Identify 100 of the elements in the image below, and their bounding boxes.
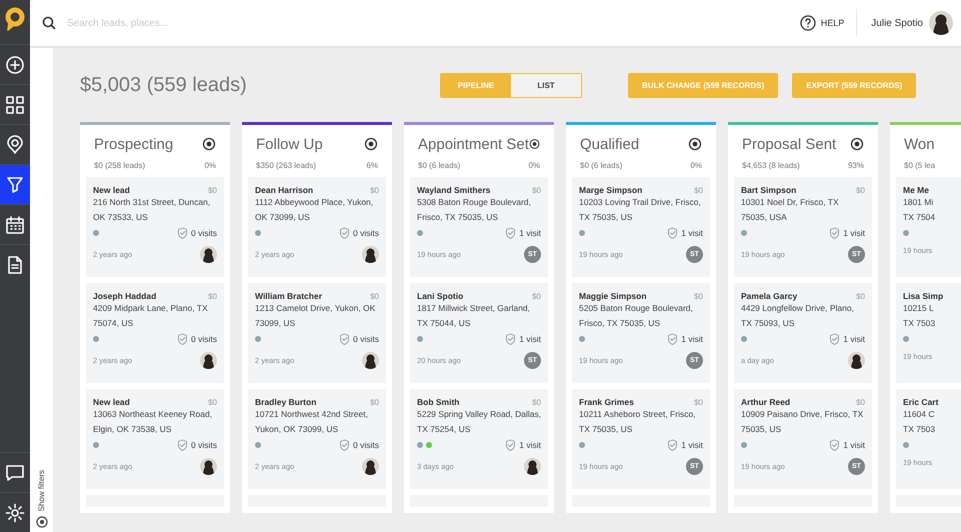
- nav-item[interactable]: [0, 164, 30, 204]
- column-title: Proposal Sent: [742, 136, 836, 152]
- pipeline-total: $5,003 (559 leads): [80, 74, 248, 96]
- column-total: $4,653 (8 leads): [742, 161, 800, 170]
- address-line: TX 75035, US: [579, 211, 634, 224]
- address-line: TX 7503: [903, 317, 936, 330]
- lead-value: $0: [856, 186, 865, 194]
- chat-icon: [5, 462, 25, 482]
- lead-name: Bob Smith: [417, 397, 460, 407]
- visit-count: 1 visit: [519, 334, 541, 344]
- address-line: TX 7503: [903, 423, 936, 436]
- lead-name: New lead: [93, 397, 130, 407]
- help-icon: [800, 15, 816, 31]
- lead-name: Marge Simpson: [579, 185, 642, 195]
- visit-count: 0 visits: [353, 334, 379, 344]
- user-name[interactable]: Julie Spotio: [871, 18, 923, 28]
- column-percent: 93%: [848, 161, 864, 170]
- search-icon: [42, 16, 56, 30]
- column-total: $0 (6 leads): [580, 161, 622, 170]
- avatar: [848, 352, 865, 369]
- lead-value: $0: [532, 292, 541, 300]
- lead-value: $0: [532, 186, 541, 194]
- lead-value: $0: [694, 398, 703, 406]
- address-line: 1817 Millwick Street, Garland,: [417, 302, 531, 315]
- visit-count: 0 visits: [353, 440, 379, 450]
- visit-count: 1 visit: [843, 334, 865, 344]
- address-line: 13063 Northeast Keeney Road,: [93, 408, 214, 421]
- visit-check-icon: [339, 439, 350, 451]
- visit-check-icon: [667, 439, 678, 451]
- column-total: $350 (263 leads): [256, 161, 316, 170]
- avatar[interactable]: [929, 11, 953, 35]
- address-line: Frisco, TX 75035, US: [579, 317, 662, 330]
- visit-check-icon: [667, 227, 678, 239]
- show-filters-link[interactable]: Show filters: [37, 470, 46, 511]
- lead-value: $0: [856, 398, 865, 406]
- address-line: Yukon, OK 73099, US: [255, 423, 340, 436]
- visit-count: 1 visit: [681, 334, 703, 344]
- visit-count: 0 visits: [191, 440, 217, 450]
- address-line: Elgin, OK 73538, US: [93, 423, 172, 436]
- lead-name: Frank Grimes: [579, 397, 634, 407]
- funnel-icon: [5, 174, 25, 194]
- address-line: 10211 Asheboro Street, Frisco,: [579, 408, 697, 421]
- visit-count: 0 visits: [353, 228, 379, 238]
- lead-name: Bart Simpson: [741, 185, 796, 195]
- visit-check-icon: [505, 439, 516, 451]
- address-line: TX 75035, US: [579, 423, 634, 436]
- address-line: OK 73533, US: [93, 211, 149, 224]
- visit-count: 1 visit: [681, 228, 703, 238]
- lead-name: Bradley Burton: [255, 397, 316, 407]
- visit-count: 1 visit: [681, 440, 703, 450]
- visit-count: 0 visits: [191, 334, 217, 344]
- address-line: 4209 Midpark Lane, Plano, TX: [93, 302, 209, 315]
- visit-check-icon: [829, 333, 840, 345]
- visit-check-icon: [339, 227, 350, 239]
- column-total: $0 (6 leads): [418, 161, 460, 170]
- calendar-icon: [5, 214, 25, 234]
- address-line: 1801 Mi: [903, 196, 934, 209]
- address-line: 10215 L: [903, 302, 935, 315]
- lead-name: Joseph Haddad: [93, 291, 156, 301]
- visit-check-icon: [505, 227, 516, 239]
- avatar: [362, 458, 379, 475]
- lead-name: Lani Spotio: [417, 291, 464, 301]
- lead-name: Maggie Simpson: [579, 291, 647, 301]
- lead-name: Pamela Garcy: [741, 291, 798, 301]
- avatar: [200, 246, 217, 263]
- visit-check-icon: [339, 333, 350, 345]
- avatar: [200, 458, 217, 475]
- address-line: 75035, US: [741, 423, 782, 436]
- address-line: 4429 Longfellow Drive, Plano,: [741, 302, 855, 315]
- address-line: 10203 Loving Trail Drive, Frisco,: [579, 196, 702, 209]
- address-line: 10909 Paisano Drive, Frisco, TX: [741, 408, 864, 421]
- lead-value: $0: [208, 398, 217, 406]
- visit-check-icon: [667, 333, 678, 345]
- column-title: Won: [904, 136, 935, 152]
- address-line: 10721 Northwest 42nd Street,: [255, 408, 369, 421]
- visit-count: 1 visit: [519, 228, 541, 238]
- address-line: TX 75044, US: [417, 317, 472, 330]
- visit-check-icon: [505, 333, 516, 345]
- address-line: 5308 Baton Rouge Boulevard,: [417, 196, 532, 209]
- column-percent: 6%: [366, 161, 378, 170]
- column-total: $0 (258 leads): [94, 161, 146, 170]
- lead-name: Lisa Simp: [903, 291, 944, 301]
- grid-icon: [5, 94, 25, 114]
- address-line: 5229 Spring Valley Road, Dallas,: [417, 408, 541, 421]
- lead-value: $0: [370, 292, 379, 300]
- document-icon: [5, 254, 25, 274]
- view-tab[interactable]: LIST: [511, 74, 581, 96]
- lead-value: $0: [370, 186, 379, 194]
- lead-name: Dean Harrison: [255, 185, 314, 195]
- address-line: TX 75254, US: [417, 423, 472, 436]
- help-button[interactable]: HELP: [800, 15, 844, 31]
- address-line: 73099, US: [255, 317, 296, 330]
- avatar: [362, 352, 379, 369]
- lead-value: $0: [208, 186, 217, 194]
- address-line: 10301 Noel Dr, Frisco, TX: [741, 196, 840, 209]
- address-line: 75074, US: [93, 317, 134, 330]
- address-line: 216 North 31st Street, Duncan,: [93, 196, 212, 209]
- address-line: 1112 Abbeywood Place, Yukon,: [255, 196, 374, 209]
- plus-circle-icon: [5, 54, 25, 74]
- visit-check-icon: [177, 439, 188, 451]
